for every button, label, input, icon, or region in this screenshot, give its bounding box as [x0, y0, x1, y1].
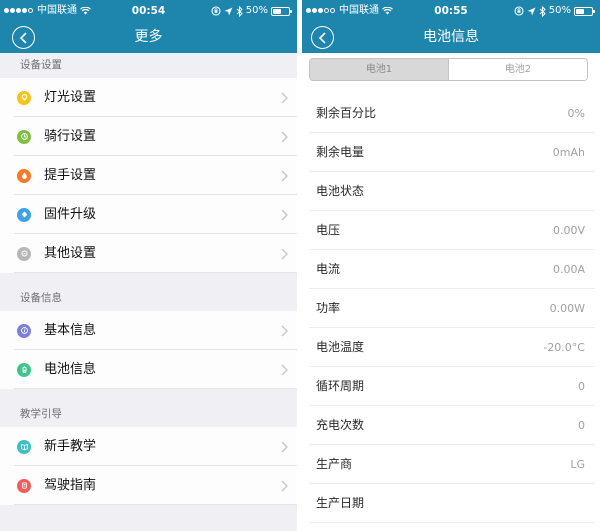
info-label: 生产商: [316, 457, 353, 471]
info-label: 充电次数: [316, 418, 365, 432]
status-indicators: 50%: [514, 5, 596, 17]
battery-info-screen: 中国联通 00:55 50% 电池信息 电池1 电池2 剩余百分比 0% 剩余电…: [302, 0, 600, 531]
menu-item-driving-guide[interactable]: 驾驶指南: [0, 466, 297, 505]
info-value: 0: [578, 419, 585, 432]
menu-item-label: 其他设置: [44, 246, 97, 261]
info-label: 电池温度: [316, 340, 365, 354]
battery-percent: 50%: [245, 5, 268, 16]
info-row-remaining-percent: 剩余百分比 0%: [302, 94, 600, 133]
info-label: 剩余电量: [316, 145, 365, 159]
location-icon: [224, 7, 233, 16]
info-value: -20.0°C: [543, 341, 585, 354]
chevron-right-icon: [281, 91, 289, 104]
settings-list: 设备设置 灯光设置 骑行设置 提手设置 固件升级 其他设置 设备信息 基本信息 …: [0, 53, 297, 505]
chevron-right-icon: [281, 440, 289, 453]
navigation-bar: 更多: [0, 22, 297, 53]
info-label: 电池状态: [316, 184, 365, 198]
info-value: 0.00A: [552, 263, 585, 276]
status-indicators: 50%: [211, 5, 293, 17]
status-bar: 中国联通 00:55 50%: [302, 0, 600, 22]
menu-item-other-settings[interactable]: 其他设置: [0, 234, 297, 273]
info-value: 0: [578, 380, 585, 393]
battery-status-icon: [271, 6, 292, 16]
menu-item-label: 驾驶指南: [44, 478, 97, 493]
page-title: 电池信息: [423, 29, 479, 45]
battery-tab-control: 电池1 电池2: [309, 58, 588, 81]
info-row-manufacturer: 生产商 LG: [302, 445, 600, 484]
other-settings-icon: [17, 246, 31, 261]
menu-item-handle-settings[interactable]: 提手设置: [0, 156, 297, 195]
book-icon: [17, 439, 31, 454]
battery-level-fill: [273, 8, 281, 14]
firmware-upgrade-icon: [17, 207, 31, 222]
battery-percent: 50%: [548, 5, 571, 16]
tab-battery-1[interactable]: 电池1: [310, 59, 448, 80]
handle-icon: [17, 168, 31, 183]
chevron-right-icon: [281, 324, 289, 337]
info-value: LG: [570, 458, 585, 471]
info-row-remaining-capacity: 剩余电量 0mAh: [302, 133, 600, 172]
info-row-cycle-count: 循环周期 0: [302, 367, 600, 406]
section-header-tutorials: 教学引导: [20, 408, 62, 420]
info-label: 生产日期: [316, 496, 365, 510]
battery-level-fill: [576, 8, 584, 14]
chevron-right-icon: [281, 247, 289, 260]
info-value: 0%: [567, 107, 585, 120]
chevron-right-icon: [281, 479, 289, 492]
menu-item-label: 灯光设置: [44, 90, 97, 105]
info-label: 电流: [316, 262, 341, 276]
bulb-icon: [17, 90, 31, 105]
menu-item-label: 新手教学: [44, 439, 97, 454]
menu-item-beginner-tutorial[interactable]: 新手教学: [0, 427, 297, 466]
chevron-right-icon: [281, 169, 289, 182]
page-title: 更多: [134, 29, 163, 45]
info-value: 0.00W: [549, 302, 585, 315]
info-row-production-date: 生产日期: [302, 484, 600, 523]
info-row-voltage: 电压 0.00V: [302, 211, 600, 250]
battery-icon: [17, 362, 31, 377]
orientation-lock-icon: [211, 6, 221, 16]
menu-item-label: 骑行设置: [44, 129, 97, 144]
bluetooth-icon: [236, 5, 243, 17]
location-icon: [527, 7, 536, 16]
battery-status-icon: [574, 6, 595, 16]
navigation-bar: 电池信息: [302, 22, 600, 53]
info-row-current: 电流 0.00A: [302, 250, 600, 289]
header-bar: 中国联通 00:55 50% 电池信息: [302, 0, 600, 53]
menu-item-label: 提手设置: [44, 168, 97, 183]
more-screen: 中国联通 00:54 50% 更多 设备设置 灯光设置 骑行设置 提手设置 固件…: [0, 0, 297, 531]
status-bar: 中国联通 00:54 50%: [0, 0, 297, 22]
menu-item-label: 基本信息: [44, 323, 97, 338]
info-row-power: 功率 0.00W: [302, 289, 600, 328]
menu-item-label: 固件升级: [44, 207, 97, 222]
info-label: 功率: [316, 301, 341, 315]
menu-item-light-settings[interactable]: 灯光设置: [0, 78, 297, 117]
menu-item-firmware-upgrade[interactable]: 固件升级: [0, 195, 297, 234]
menu-item-battery-info[interactable]: 电池信息: [0, 350, 297, 389]
info-row-battery-status: 电池状态: [302, 172, 600, 211]
info-value: 0mAh: [552, 146, 585, 159]
section-header-device-settings: 设备设置: [20, 59, 62, 71]
tab-battery-2[interactable]: 电池2: [448, 59, 587, 80]
info-label: 剩余百分比: [316, 106, 377, 120]
section-header-device-info: 设备信息: [20, 292, 62, 304]
info-icon: [17, 323, 31, 338]
chevron-right-icon: [281, 363, 289, 376]
info-value: 0.00V: [552, 224, 585, 237]
info-label: 电压: [316, 223, 341, 237]
guide-icon: [17, 478, 31, 493]
info-row-charge-count: 充电次数 0: [302, 406, 600, 445]
bluetooth-icon: [539, 5, 546, 17]
info-row-battery-temperature: 电池温度 -20.0°C: [302, 328, 600, 367]
battery-info-list: 剩余百分比 0% 剩余电量 0mAh 电池状态 电压 0.00V 电流 0.00…: [302, 94, 600, 523]
info-label: 循环周期: [316, 379, 365, 393]
cycling-icon: [17, 129, 31, 144]
chevron-right-icon: [281, 208, 289, 221]
orientation-lock-icon: [514, 6, 524, 16]
header-bar: 中国联通 00:54 50% 更多: [0, 0, 297, 53]
menu-item-label: 电池信息: [44, 362, 97, 377]
menu-item-basic-info[interactable]: 基本信息: [0, 311, 297, 350]
menu-item-riding-settings[interactable]: 骑行设置: [0, 117, 297, 156]
chevron-right-icon: [281, 130, 289, 143]
